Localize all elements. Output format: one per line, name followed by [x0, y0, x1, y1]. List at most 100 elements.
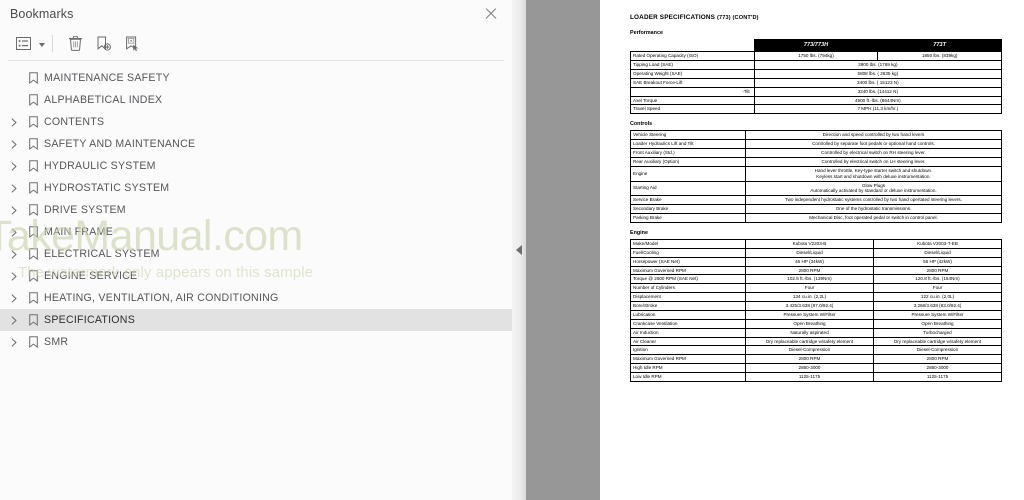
row-value: Kubota V2203-B — [745, 238, 874, 249]
bookmark-item[interactable]: SPECIFICATIONS — [0, 309, 512, 331]
row-label: Ignition — [630, 345, 746, 356]
toolbar-divider — [52, 35, 53, 52]
table-row: Number of Cylinders Four Four — [630, 283, 1002, 294]
bookmark-item-label: SPECIFICATIONS — [44, 314, 136, 326]
row-label: SAE Breakout Force-Lift — [630, 77, 755, 88]
bookmark-item[interactable]: HEATING, VENTILATION, AIR CONDITIONING — [0, 287, 512, 309]
table-row: Maximum Governed RPM 2800 RPM 2800 RPM — [630, 354, 1002, 365]
page-title-main: LOADER SPECIFICATIONS — [630, 14, 716, 21]
row-label: High Idle RPM — [630, 363, 746, 374]
row-label: Rated Operating Capacity (ISO) — [630, 51, 755, 62]
row-label: Tipping Load (SAE) — [630, 60, 755, 70]
row-label: Number of Cylinders — [630, 283, 746, 294]
bookmark-icon — [22, 138, 44, 150]
table-row: High Idle RPM 2860-3000 2860-3000 — [630, 363, 1002, 374]
row-label: Torque @ 2600 RPM (SAE Net) — [630, 274, 746, 285]
specification-sections: Performance 773/773H 773T Rated Operating C… — [630, 30, 1003, 382]
row-label: Make/Model — [630, 238, 746, 249]
collapse-panel-icon[interactable] — [512, 0, 526, 500]
expand-chevron-icon[interactable] — [6, 155, 22, 177]
chevron-down-icon[interactable] — [39, 42, 45, 47]
row-value: 2800 RPM — [745, 265, 874, 276]
expand-chevron-icon[interactable] — [6, 199, 22, 221]
column-header: 773T — [877, 38, 1002, 53]
expand-chevron-icon[interactable] — [6, 287, 22, 309]
row-label: Loader Hydraulics Lift and Tilt — [630, 139, 746, 150]
bookmark-tree[interactable]: MAINTENANCE SAFETY ALPHABETICAL INDEX CONT… — [0, 61, 512, 500]
panel-title: Bookmarks — [10, 6, 74, 21]
row-label: Axel Torque — [630, 95, 755, 106]
bookmark-item-label: SMR — [44, 336, 69, 348]
row-value: Diesel-Compression — [873, 345, 1002, 356]
bookmark-icon — [22, 292, 44, 304]
table-row: Air Cleaner Dry replaceable cartridge w/s… — [630, 336, 1002, 347]
expand-chevron-icon[interactable] — [6, 133, 22, 155]
table-row: Front Auxiliary (Std.) Controlled by elec… — [630, 148, 1002, 158]
list-options-icon[interactable] — [10, 32, 36, 56]
bookmark-item-label: DRIVE SYSTEM — [44, 204, 126, 216]
bookmark-select-icon[interactable] — [118, 32, 144, 56]
row-value: Controlled by separate foot pedals or op… — [745, 139, 1002, 150]
row-value: 1750 lbs. (794kg) — [753, 51, 879, 62]
expand-chevron-icon[interactable] — [6, 177, 22, 199]
row-value: 122 cu.in. (2,0L) — [873, 292, 1002, 303]
expand-chevron-icon[interactable] — [6, 309, 22, 331]
row-value: Diesel-Compression — [745, 345, 874, 356]
table-row: Parking Brake Mechanical Disc, foot opera… — [630, 213, 1002, 223]
expand-chevron-icon[interactable] — [6, 221, 22, 243]
bookmark-item[interactable]: SAFETY AND MAINTENANCE — [0, 133, 512, 155]
row-value: Dry replaceable cartridge w/safety eleme… — [745, 336, 874, 347]
row-label: Operating Weight (SAE) — [630, 68, 755, 79]
row-label: Bore/Stroke — [630, 301, 746, 311]
bookmark-item[interactable]: SMR — [0, 331, 512, 353]
row-value: 1125-1175 — [745, 372, 874, 382]
row-label: Starting Aid — [630, 180, 746, 197]
bookmark-item[interactable]: ELECTRICAL SYSTEM — [0, 243, 512, 265]
bookmark-icon — [22, 248, 44, 260]
table-row: Ignition Diesel-Compression Diesel-Compres… — [630, 345, 1002, 356]
bookmark-item-label: HYDRAULIC SYSTEM — [44, 160, 156, 172]
bookmark-item[interactable]: ALPHABETICAL INDEX — [0, 89, 512, 111]
row-label: Crankcase Ventilation — [630, 318, 746, 329]
collapse-arrow-icon — [516, 245, 522, 255]
row-label: Engine — [630, 165, 746, 182]
close-icon[interactable] — [482, 5, 500, 23]
table-row: -Tilt 3240 lbs. (14412 N) — [630, 86, 1003, 97]
bookmark-item[interactable]: MAINTENANCE SAFETY — [0, 67, 512, 89]
bookmark-item-label: CONTENTS — [44, 116, 105, 128]
bookmark-item-label: ALPHABETICAL INDEX — [44, 94, 163, 106]
row-label: -Tilt — [630, 86, 755, 97]
row-value: 102.5 ft.-lbs. (139Nm) — [745, 274, 874, 285]
expand-chevron-icon[interactable] — [6, 111, 22, 133]
delete-icon[interactable] — [62, 32, 88, 56]
bookmark-item-label: HYDROSTATIC SYSTEM — [44, 182, 170, 194]
bookmark-item[interactable]: ENGINE SERVICE — [0, 265, 512, 287]
bookmark-item[interactable]: HYDRAULIC SYSTEM — [0, 155, 512, 177]
bookmark-item[interactable]: MAIN FRAME — [0, 221, 512, 243]
section-label: Controls — [630, 121, 653, 128]
row-label: Secondary Brake — [630, 204, 746, 215]
pdf-viewer-window: Bookmarks MAINTENANCE SAFETY ALPHABETICA… — [0, 0, 1024, 500]
table-row: Horsepower (SAE Net) 46 HP (34kW) 56 HP (4… — [630, 256, 1002, 267]
new-bookmark-icon[interactable] — [90, 32, 116, 56]
row-value: 134 cu.in. (2,2L) — [745, 292, 874, 303]
row-value: 3240 lbs. (14412 N) — [753, 86, 1003, 97]
row-label: Service Brake — [630, 195, 746, 206]
table-row: Make/Model Kubota V2203-B Kubota V2003-T-E… — [630, 238, 1002, 249]
bookmark-icon — [22, 94, 44, 106]
expand-chevron-icon[interactable] — [6, 243, 22, 265]
page-title-suffix: (773) (CONT'D) — [717, 15, 759, 21]
row-value: Pressure System W/Filter — [873, 309, 1002, 320]
bookmarks-panel: Bookmarks MAINTENANCE SAFETY ALPHABETICA… — [0, 0, 512, 500]
row-value: 5808 lbs. ( 2635 kg) — [753, 68, 1003, 79]
bookmark-icon — [22, 226, 44, 238]
bookmark-item[interactable]: HYDROSTATIC SYSTEM — [0, 177, 512, 199]
column-header: 773/773H — [753, 38, 879, 53]
bookmark-item[interactable]: DRIVE SYSTEM — [0, 199, 512, 221]
bookmark-item[interactable]: CONTENTS — [0, 111, 512, 133]
expand-chevron-icon[interactable] — [6, 265, 22, 287]
bookmark-item-label: MAIN FRAME — [44, 226, 114, 238]
expand-chevron-icon[interactable] — [6, 331, 22, 353]
table-row: SAE Breakout Force-Lift 3400 lbs. ( 15123… — [630, 77, 1003, 88]
row-value: Naturally aspirated — [745, 327, 874, 338]
